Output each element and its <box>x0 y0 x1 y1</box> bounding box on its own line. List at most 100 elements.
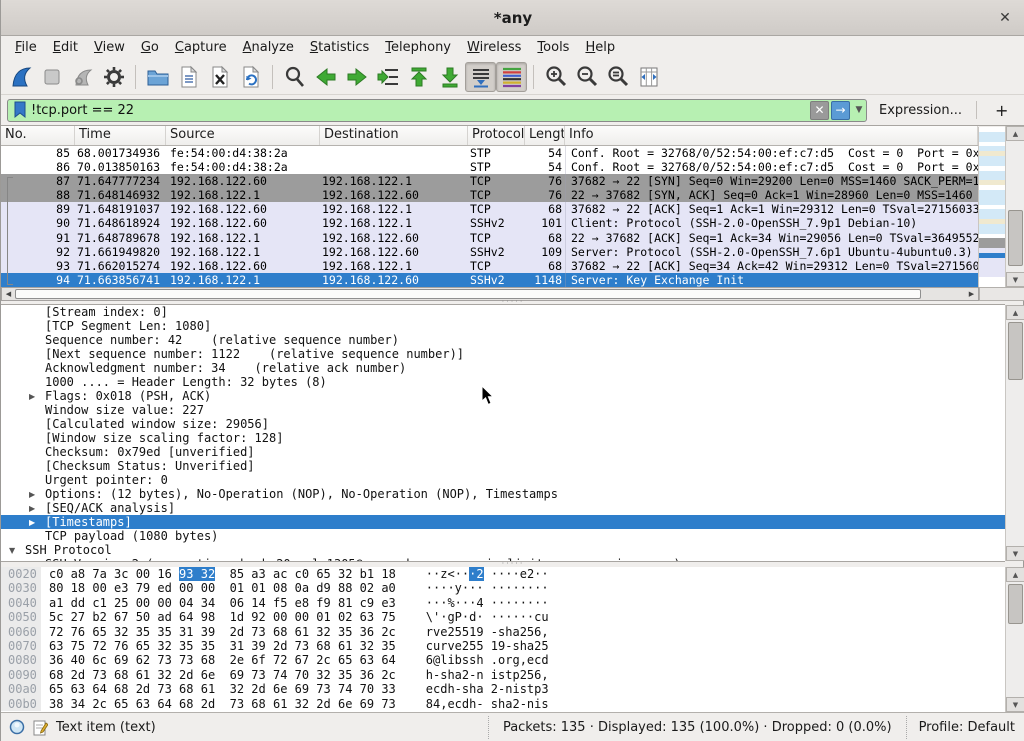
detail-line[interactable]: [Checksum Status: Unverified] <box>1 459 1005 473</box>
expression-button[interactable]: Expression... <box>879 103 962 118</box>
column-header-length[interactable]: Length <box>525 126 565 145</box>
display-filter-field[interactable]: ✕ → ▼ <box>7 99 867 122</box>
filter-history-dropdown[interactable]: ▼ <box>852 101 866 120</box>
scroll-up-arrow[interactable]: ▲ <box>1006 567 1024 582</box>
menu-item-statistics[interactable]: Statistics <box>302 38 377 57</box>
column-header-info[interactable]: Info <box>565 126 978 145</box>
menu-item-file[interactable]: File <box>7 38 45 57</box>
packet-row[interactable]: 9471.663856741192.168.122.1192.168.122.6… <box>1 273 978 287</box>
expand-arrow-icon[interactable]: ▶ <box>29 502 45 516</box>
open-file-button[interactable] <box>142 62 173 92</box>
auto-scroll-toggle[interactable] <box>465 62 496 92</box>
detail-line[interactable]: Checksum: 0x79ed [unverified] <box>1 445 1005 459</box>
packet-row[interactable]: 9371.662015274192.168.122.60192.168.122.… <box>1 259 978 273</box>
close-window-button[interactable]: ✕ <box>995 8 1015 28</box>
hex-row[interactable]: 008036 40 6c 69 62 73 73 68 2e 6f 72 67 … <box>1 653 1005 667</box>
packet-row[interactable]: 9171.648789678192.168.122.1192.168.122.6… <box>1 231 978 245</box>
expand-arrow-icon[interactable]: ▶ <box>29 390 45 404</box>
hex-row[interactable]: 0040a1 dd c1 25 00 00 04 34 06 14 f5 e8 … <box>1 596 1005 610</box>
scroll-down-arrow[interactable]: ▼ <box>1006 697 1024 712</box>
menu-item-analyze[interactable]: Analyze <box>235 38 302 57</box>
column-header-no[interactable]: No. <box>1 126 75 145</box>
hex-row[interactable]: 00505c 27 b2 67 50 ad 64 98 1d 92 00 00 … <box>1 610 1005 624</box>
scroll-up-arrow[interactable]: ▲ <box>1006 305 1024 320</box>
menu-item-go[interactable]: Go <box>133 38 167 57</box>
detail-line[interactable]: ▶[Timestamps] <box>1 515 1005 529</box>
hex-row[interactable]: 007063 75 72 76 65 32 35 35 31 39 2d 73 … <box>1 639 1005 653</box>
capture-options-button[interactable] <box>98 62 129 92</box>
scroll-thumb[interactable] <box>1008 584 1023 624</box>
display-filter-input[interactable] <box>31 100 810 120</box>
filter-apply-button[interactable]: → <box>831 101 850 120</box>
go-back-button[interactable] <box>310 62 341 92</box>
packet-row[interactable]: 9071.648618924192.168.122.60192.168.122.… <box>1 216 978 230</box>
menu-item-capture[interactable]: Capture <box>167 38 235 57</box>
colorize-toggle[interactable] <box>496 62 527 92</box>
menu-item-wireless[interactable]: Wireless <box>459 38 529 57</box>
detail-line[interactable]: 1000 .... = Header Length: 32 bytes (8) <box>1 375 1005 389</box>
expert-info-icon[interactable] <box>9 719 25 735</box>
detail-line[interactable]: Urgent pointer: 0 <box>1 473 1005 487</box>
scroll-down-arrow[interactable]: ▼ <box>1006 546 1024 561</box>
packet-row[interactable]: 8568.001734936fe:54:00:d4:38:2aSTP54Conf… <box>1 146 978 160</box>
reload-file-button[interactable] <box>235 62 266 92</box>
menu-item-tools[interactable]: Tools <box>529 38 577 57</box>
capture-comment-icon[interactable] <box>33 719 48 736</box>
scroll-thumb[interactable] <box>1008 210 1023 266</box>
resize-columns-button[interactable] <box>633 62 664 92</box>
expand-arrow-icon[interactable]: ▶ <box>29 488 45 502</box>
restart-capture-button[interactable] <box>67 62 98 92</box>
go-forward-button[interactable] <box>341 62 372 92</box>
packet-list-minimap[interactable] <box>978 127 1005 287</box>
column-header-source[interactable]: Source <box>166 126 320 145</box>
zoom-reset-button[interactable] <box>602 62 633 92</box>
detail-line[interactable]: ▶Flags: 0x018 (PSH, ACK) <box>1 389 1005 403</box>
bookmark-icon[interactable] <box>13 101 27 119</box>
detail-line[interactable]: Window size value: 227 <box>1 403 1005 417</box>
collapse-arrow-icon[interactable]: ▼ <box>9 544 25 558</box>
hex-row[interactable]: 00b038 34 2c 65 63 64 68 2d 73 68 61 32 … <box>1 697 1005 711</box>
packet-row[interactable]: 8971.648191037192.168.122.60192.168.122.… <box>1 202 978 216</box>
packet-row[interactable]: 8670.013850163fe:54:00:d4:38:2aSTP54Conf… <box>1 160 978 174</box>
packet-row[interactable]: 9271.661949820192.168.122.1192.168.122.6… <box>1 245 978 259</box>
menu-item-help[interactable]: Help <box>577 38 623 57</box>
start-capture-button[interactable] <box>5 62 36 92</box>
go-last-packet-button[interactable] <box>434 62 465 92</box>
details-scrollbar[interactable]: ▲ ▼ <box>1005 305 1024 561</box>
zoom-out-button[interactable] <box>571 62 602 92</box>
expand-arrow-icon[interactable]: ▶ <box>29 516 45 530</box>
detail-line[interactable]: [Stream index: 0] <box>1 305 1005 319</box>
filter-clear-button[interactable]: ✕ <box>810 101 829 120</box>
detail-line[interactable]: Acknowledgment number: 34 (relative ack … <box>1 361 1005 375</box>
add-filter-button[interactable]: + <box>987 101 1016 120</box>
close-file-button[interactable] <box>204 62 235 92</box>
detail-line[interactable]: Sequence number: 42 (relative sequence n… <box>1 333 1005 347</box>
column-header-time[interactable]: Time <box>75 126 166 145</box>
hex-row[interactable]: 0020c0 a8 7a 3c 00 16 93 32 85 a3 ac c0 … <box>1 567 1005 581</box>
hscroll-thumb[interactable] <box>15 289 921 299</box>
go-to-packet-button[interactable] <box>372 62 403 92</box>
packet-row[interactable]: 8771.647777234192.168.122.60192.168.122.… <box>1 174 978 188</box>
scroll-thumb[interactable] <box>1008 322 1023 380</box>
column-header-destination[interactable]: Destination <box>320 126 468 145</box>
go-first-packet-button[interactable] <box>403 62 434 92</box>
zoom-in-button[interactable] <box>540 62 571 92</box>
detail-line[interactable]: [Window size scaling factor: 128] <box>1 431 1005 445</box>
scroll-down-arrow[interactable]: ▼ <box>1006 272 1024 287</box>
column-header-protocol[interactable]: Protocol <box>468 126 525 145</box>
packet-row[interactable]: 8871.648146932192.168.122.1192.168.122.6… <box>1 188 978 202</box>
menu-item-view[interactable]: View <box>86 38 133 57</box>
hex-row[interactable]: 009068 2d 73 68 61 32 2d 6e 69 73 74 70 … <box>1 668 1005 682</box>
menu-item-edit[interactable]: Edit <box>45 38 86 57</box>
detail-line[interactable]: ▼SSH Protocol <box>1 543 1005 557</box>
packet-list-scrollbar[interactable]: ▲ ▼ <box>1005 126 1024 287</box>
hex-row[interactable]: 00a065 63 64 68 2d 73 68 61 32 2d 6e 69 … <box>1 682 1005 696</box>
hex-row[interactable]: 006072 76 65 32 35 35 31 39 2d 73 68 61 … <box>1 625 1005 639</box>
scroll-up-arrow[interactable]: ▲ <box>1006 126 1024 141</box>
detail-line[interactable]: ▶Options: (12 bytes), No-Operation (NOP)… <box>1 487 1005 501</box>
save-file-button[interactable] <box>173 62 204 92</box>
detail-line[interactable]: [Calculated window size: 29056] <box>1 417 1005 431</box>
detail-line[interactable]: TCP payload (1080 bytes) <box>1 529 1005 543</box>
status-profile[interactable]: Profile: Default <box>906 716 1024 739</box>
stop-capture-button[interactable] <box>36 62 67 92</box>
